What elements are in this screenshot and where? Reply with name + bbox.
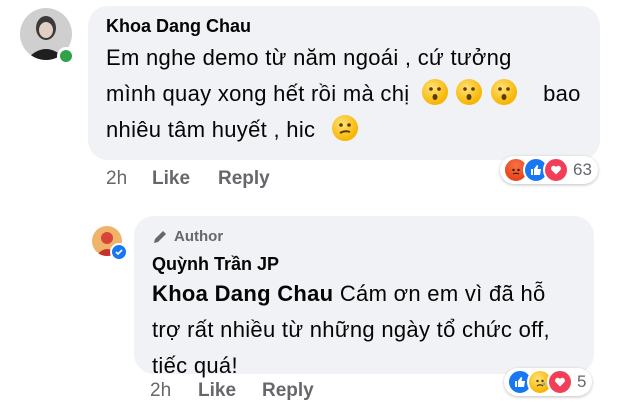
reply-reply-button[interactable]: Reply [262, 380, 314, 402]
reply-reaction-count: 5 [577, 372, 587, 391]
comment-line-3-text: nhiêu tâm huyết , hic [106, 117, 316, 142]
confused-face-icon [331, 115, 358, 141]
love-icon [543, 157, 569, 183]
author-badge: Author [152, 228, 223, 245]
comment-line-1: Em nghe demo từ năm ngoái , cứ tưởng [106, 45, 512, 70]
hushed-face-icon [456, 79, 483, 105]
comment-like-button[interactable]: Like [152, 168, 190, 190]
reply-line-1-text: Cám ơn em vì đã hỗ [333, 281, 546, 306]
reply-author-name[interactable]: Quỳnh Trần JP [152, 254, 279, 275]
author-badge-label: Author [174, 228, 224, 245]
reply-time[interactable]: 2h [150, 380, 171, 402]
verified-badge-icon [110, 243, 128, 261]
love-icon [547, 369, 573, 395]
comment-line-2-text: mình quay xong hết rồi mà chị [106, 81, 410, 106]
reply-mention-link[interactable]: Khoa Dang Chau [152, 281, 333, 306]
pencil-icon [154, 230, 166, 243]
comment-bubble: Khoa Dang Chau Em nghe demo từ năm ngoái… [88, 6, 600, 160]
reply-reactions[interactable]: 5 [504, 368, 593, 396]
hushed-face-icon [490, 79, 517, 105]
comment-line-3: nhiêu tâm huyết , hic [106, 112, 596, 148]
reply-bubble: Author Quỳnh Trần JP Khoa Dang Chau Cám … [134, 216, 594, 378]
reply-like-button[interactable]: Like [198, 380, 236, 402]
reply-line-2: trợ rất nhiều từ những ngày tổ chức off, [152, 317, 550, 342]
online-status-icon [57, 47, 75, 65]
hushed-face-icon [421, 79, 448, 105]
comment-reaction-count: 63 [573, 160, 592, 179]
comment-time[interactable]: 2h [106, 168, 127, 190]
comment-reactions[interactable]: 63 [500, 156, 598, 184]
comment-author-name[interactable]: Khoa Dang Chau [106, 16, 251, 37]
reply-line-1: Khoa Dang Chau Cám ơn em vì đã hỗ [152, 276, 592, 312]
comment-reply-button[interactable]: Reply [218, 168, 270, 190]
comment-line-2: mình quay xong hết rồi mà chị bao [106, 76, 596, 112]
comment-text: Em nghe demo từ năm ngoái , cứ tưởng mìn… [106, 40, 596, 148]
comment-line-2-end: bao [543, 81, 581, 106]
